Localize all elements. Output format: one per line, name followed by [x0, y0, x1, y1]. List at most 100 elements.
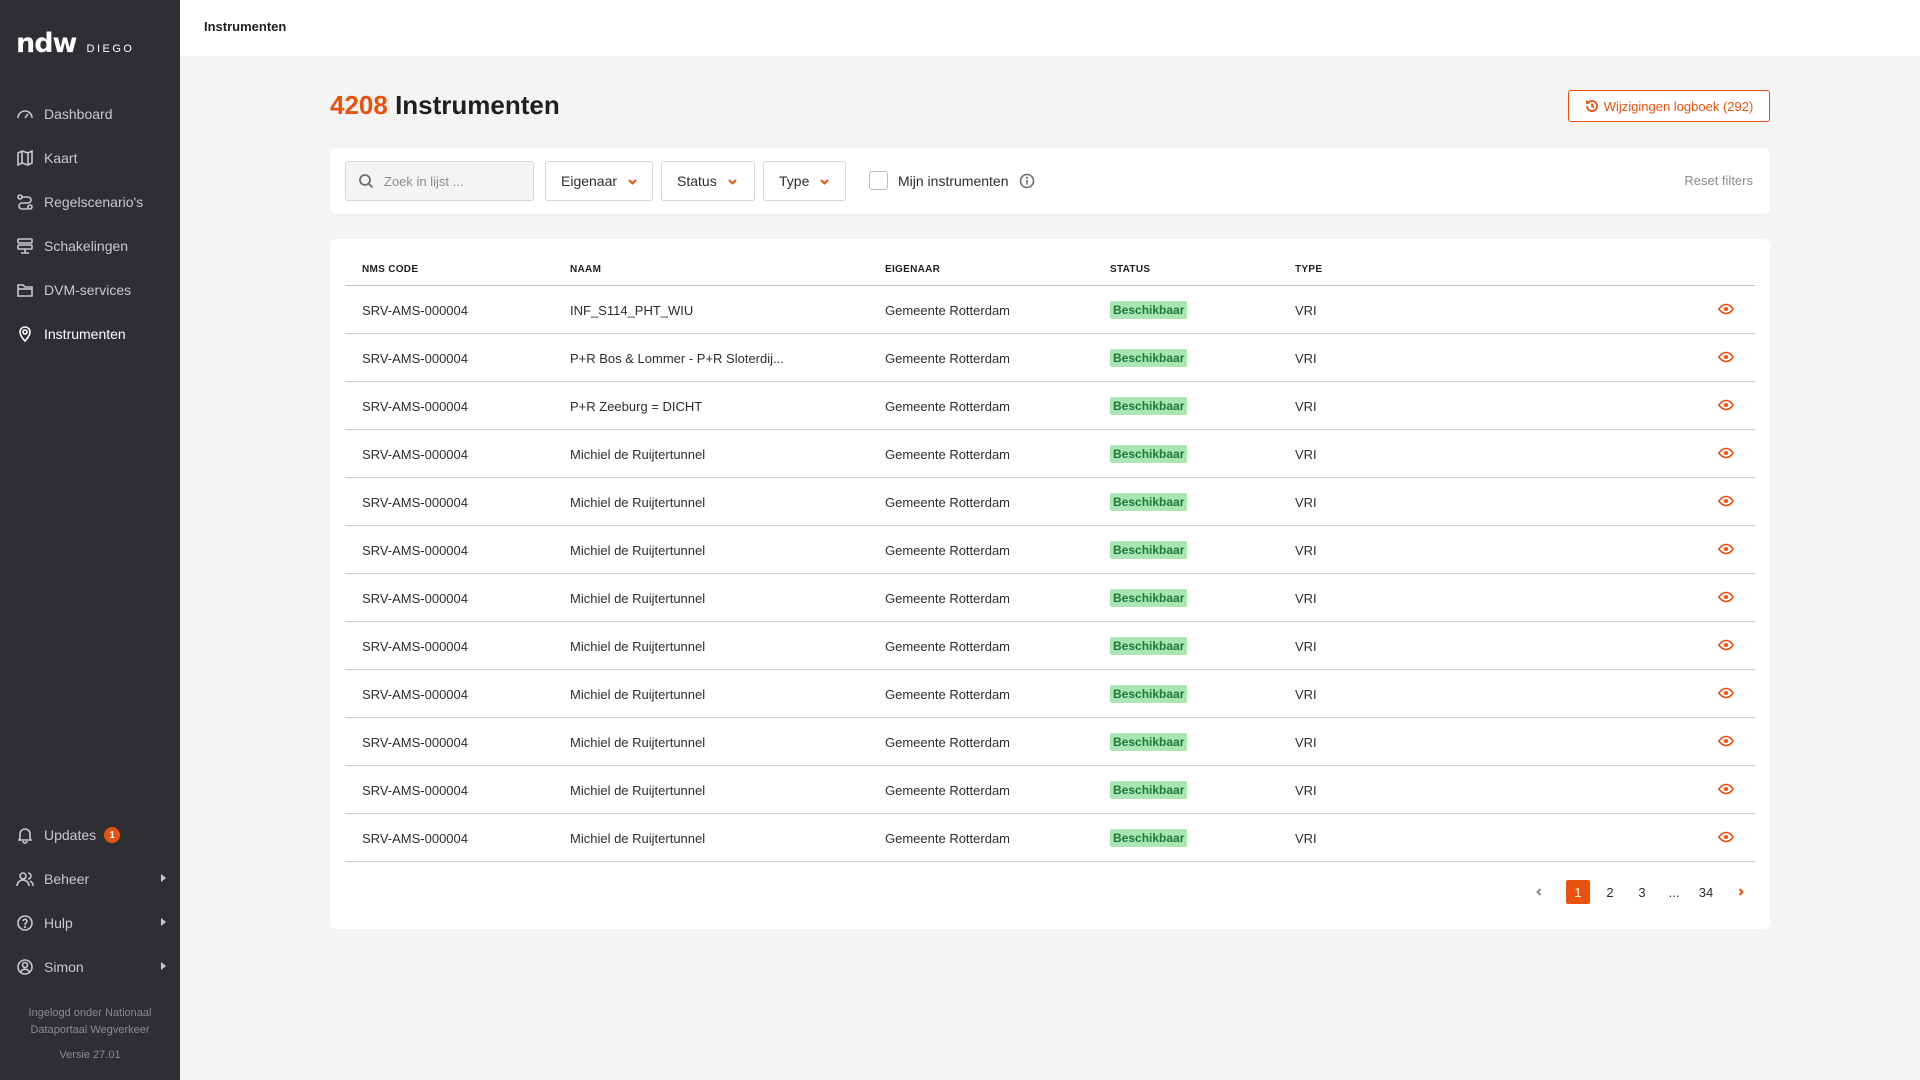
page-button-3[interactable]: 3 [1630, 880, 1654, 904]
table-row[interactable]: SRV-AMS-000004 Michiel de Ruijtertunnel Ge… [345, 718, 1755, 766]
view-eye-icon[interactable] [1718, 541, 1734, 557]
cell-nms-code: SRV-AMS-000004 [362, 351, 468, 366]
type-filter-label: Type [779, 173, 810, 189]
prev-page-button[interactable] [1531, 880, 1547, 904]
status-badge: Beschikbaar [1110, 829, 1188, 847]
cell-nms-code: SRV-AMS-000004 [362, 639, 468, 654]
nav-label: Dashboard [44, 106, 113, 122]
cell-eigenaar: Gemeente Rotterdam [885, 687, 1011, 702]
cell-type: VRI [1295, 399, 1317, 414]
page-title: 4208 Instrumenten [330, 90, 560, 121]
table-row[interactable]: SRV-AMS-000004 INF_S114_PHT_WIU Gemeente R… [345, 286, 1755, 334]
next-page-button[interactable] [1733, 880, 1749, 904]
nav-item-dashboard[interactable]: Dashboard [16, 100, 166, 128]
chevron-right-icon [161, 962, 166, 970]
view-eye-icon[interactable] [1718, 397, 1734, 413]
nav-item-user[interactable]: Simon [16, 953, 166, 981]
table-row[interactable]: SRV-AMS-000004 Michiel de Ruijtertunnel Ge… [345, 622, 1755, 670]
chevron-down-icon [727, 178, 737, 185]
column-header-naam[interactable]: NAAM [570, 264, 601, 275]
nav-item-kaart[interactable]: Kaart [16, 144, 166, 172]
status-badge: Beschikbaar [1110, 781, 1188, 799]
my-instruments-checkbox[interactable]: Mijn instrumenten [869, 171, 1035, 190]
view-eye-icon[interactable] [1718, 589, 1734, 605]
chevron-down-icon [628, 178, 637, 185]
column-header-status[interactable]: STATUS [1110, 264, 1150, 275]
view-eye-icon[interactable] [1718, 349, 1734, 365]
type-filter-dropdown[interactable]: Type [763, 161, 846, 201]
view-eye-icon[interactable] [1718, 685, 1734, 701]
page-button-1[interactable]: 1 [1566, 880, 1590, 904]
cell-type: VRI [1295, 303, 1317, 318]
search-input[interactable] [384, 173, 524, 189]
cell-eigenaar: Gemeente Rotterdam [885, 783, 1011, 798]
status-badge: Beschikbaar [1110, 541, 1188, 559]
login-org-line-2: Dataportaal Wegverkeer [30, 1024, 150, 1036]
view-eye-icon[interactable] [1718, 637, 1734, 653]
owner-filter-dropdown[interactable]: Eigenaar [545, 161, 653, 201]
nav-label: Regelscenario's [44, 194, 144, 210]
folder-icon [16, 281, 34, 299]
checkbox[interactable] [869, 171, 888, 190]
status-badge: Beschikbaar [1110, 397, 1188, 415]
instrument-count: 4208 [330, 90, 388, 120]
table-header: NMS CODE NAAM EIGENAAR STATUS TYPE [345, 239, 1755, 286]
view-eye-icon[interactable] [1718, 445, 1734, 461]
nav-item-schakelingen[interactable]: Schakelingen [16, 232, 166, 260]
table-row[interactable]: SRV-AMS-000004 P+R Zeeburg = DICHT Gemeent… [345, 382, 1755, 430]
nav-item-instrumenten[interactable]: Instrumenten [16, 320, 166, 348]
cell-type: VRI [1295, 639, 1317, 654]
reset-filters-link[interactable]: Reset filters [1684, 173, 1753, 188]
cell-naam: INF_S114_PHT_WIU [570, 303, 694, 318]
cell-naam: P+R Zeeburg = DICHT [570, 399, 703, 414]
view-eye-icon[interactable] [1718, 781, 1734, 797]
nav-item-hulp[interactable]: Hulp [16, 909, 166, 937]
status-badge: Beschikbaar [1110, 589, 1188, 607]
search-box[interactable] [345, 161, 534, 201]
column-header-nms-code[interactable]: NMS CODE [362, 264, 418, 275]
nav-item-regelscenarios[interactable]: Regelscenario's [16, 188, 166, 216]
cell-naam: Michiel de Ruijtertunnel [570, 591, 706, 606]
login-info: Ingelogd onder Nationaal Dataportaal Weg… [0, 1005, 180, 1064]
search-icon [359, 174, 374, 189]
table-row[interactable]: SRV-AMS-000004 Michiel de Ruijtertunnel Ge… [345, 526, 1755, 574]
page-button-2[interactable]: 2 [1598, 880, 1622, 904]
table-row[interactable]: SRV-AMS-000004 Michiel de Ruijtertunnel Ge… [345, 766, 1755, 814]
cell-eigenaar: Gemeente Rotterdam [885, 831, 1011, 846]
chevron-right-icon [161, 874, 166, 882]
version-label: Versie 27.01 [59, 1049, 121, 1061]
ndw-logo[interactable]: ndw DIEGO [16, 30, 134, 57]
nav-label: Schakelingen [44, 238, 129, 254]
table-row[interactable]: SRV-AMS-000004 Michiel de Ruijtertunnel Ge… [345, 670, 1755, 718]
table-row[interactable]: SRV-AMS-000004 Michiel de Ruijtertunnel Ge… [345, 814, 1755, 862]
cell-nms-code: SRV-AMS-000004 [362, 783, 468, 798]
view-eye-icon[interactable] [1718, 493, 1734, 509]
nav-item-updates[interactable]: Updates 1 [16, 821, 166, 849]
status-badge: Beschikbaar [1110, 349, 1188, 367]
column-header-type[interactable]: TYPE [1295, 264, 1322, 275]
view-eye-icon[interactable] [1718, 733, 1734, 749]
filter-bar: Eigenaar Status Type Mijn instrumenten R… [330, 148, 1770, 214]
column-header-eigenaar[interactable]: EIGENAAR [885, 264, 940, 275]
chevron-left-icon [1536, 888, 1542, 896]
users-icon [16, 870, 34, 888]
cell-type: VRI [1295, 351, 1317, 366]
status-filter-dropdown[interactable]: Status [661, 161, 755, 201]
view-eye-icon[interactable] [1718, 829, 1734, 845]
page-button-34[interactable]: 34 [1692, 880, 1720, 904]
status-badge: Beschikbaar [1110, 301, 1188, 319]
nav-item-beheer[interactable]: Beheer [16, 865, 166, 893]
table-row[interactable]: SRV-AMS-000004 Michiel de Ruijtertunnel Ge… [345, 430, 1755, 478]
table-row[interactable]: SRV-AMS-000004 Michiel de Ruijtertunnel Ge… [345, 478, 1755, 526]
status-badge: Beschikbaar [1110, 445, 1188, 463]
table-row[interactable]: SRV-AMS-000004 P+R Bos & Lommer - P+R Slo… [345, 334, 1755, 382]
info-icon[interactable] [1019, 173, 1035, 189]
cell-naam: Michiel de Ruijtertunnel [570, 783, 706, 798]
table-row[interactable]: SRV-AMS-000004 Michiel de Ruijtertunnel Ge… [345, 574, 1755, 622]
nav-label: Hulp [44, 915, 73, 931]
page-title-text: Instrumenten [395, 90, 560, 120]
cell-eigenaar: Gemeente Rotterdam [885, 735, 1011, 750]
nav-item-dvm-services[interactable]: DVM-services [16, 276, 166, 304]
view-eye-icon[interactable] [1718, 301, 1734, 317]
change-log-button[interactable]: Wijzigingen logboek (292) [1568, 90, 1770, 122]
